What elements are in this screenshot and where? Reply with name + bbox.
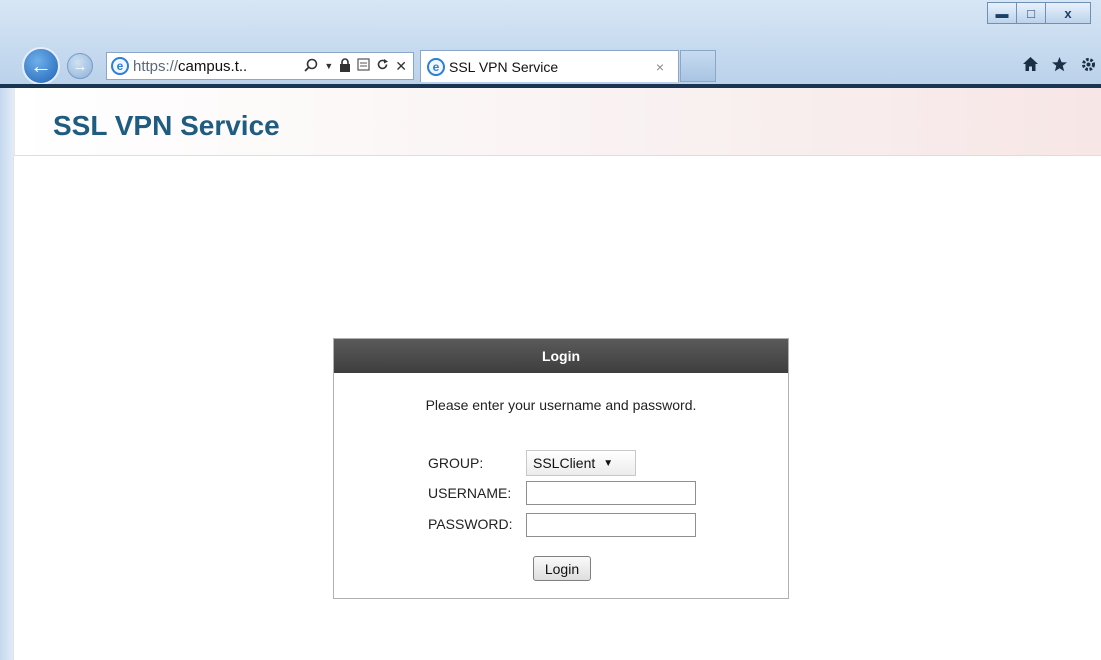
page-title: SSL VPN Service: [53, 110, 280, 141]
login-panel-header: Login: [334, 339, 788, 373]
url-text: https://campus.t..: [133, 57, 248, 75]
back-button[interactable]: ←: [22, 47, 60, 85]
group-label: GROUP:: [428, 455, 484, 471]
password-label: PASSWORD:: [428, 516, 513, 532]
close-window-button[interactable]: x: [1045, 2, 1091, 24]
favorites-icon[interactable]: [1051, 56, 1068, 78]
new-tab-button[interactable]: [680, 50, 716, 82]
settings-icon[interactable]: [1080, 56, 1097, 78]
forward-arrow-icon: →: [72, 57, 88, 75]
page-left-border: [13, 156, 14, 660]
home-icon[interactable]: [1022, 56, 1039, 78]
minimize-button[interactable]: ▬: [987, 2, 1017, 24]
maximize-button[interactable]: □: [1016, 2, 1046, 24]
browser-toolbar-icons: [1022, 56, 1097, 78]
close-tab-icon[interactable]: ×: [656, 59, 664, 75]
username-label: USERNAME:: [428, 485, 512, 501]
tab-title: SSL VPN Service: [449, 58, 559, 75]
navigation-row: ← → e https://campus.t.. ▼ ✕ e SSL VPN S…: [0, 44, 1101, 85]
password-input[interactable]: [526, 513, 696, 537]
window-left-edge: [0, 88, 14, 660]
window-controls: ▬ □ x: [987, 2, 1091, 24]
login-instructions: Please enter your username and password.: [425, 397, 697, 413]
browser-chrome: ▬ □ x ← → e https://campus.t.. ▼ ✕ e SSL…: [0, 0, 1101, 88]
page-header: SSL VPN Service: [14, 88, 1101, 156]
login-button[interactable]: Login: [533, 556, 591, 581]
lock-icon[interactable]: [339, 57, 351, 75]
search-icon[interactable]: [304, 58, 318, 75]
forward-button[interactable]: →: [67, 53, 93, 79]
address-bar[interactable]: e https://campus.t.. ▼ ✕: [106, 52, 414, 80]
ie-page-icon: e: [111, 57, 129, 75]
group-select[interactable]: SSLClient ▼: [526, 450, 636, 476]
dropdown-icon[interactable]: ▼: [324, 61, 333, 71]
address-bar-icons: ▼ ✕: [304, 58, 413, 75]
back-arrow-icon: ←: [30, 53, 52, 78]
group-select-value: SSLClient: [533, 455, 596, 471]
stop-icon[interactable]: ✕: [395, 58, 407, 75]
login-panel: Login Please enter your username and pas…: [333, 338, 789, 599]
refresh-icon[interactable]: [376, 58, 389, 74]
tab-ssl-vpn-service[interactable]: e SSL VPN Service ×: [420, 50, 679, 82]
ie-tab-icon: e: [427, 57, 445, 76]
title-bar: ▬ □ x: [0, 0, 1101, 36]
username-input[interactable]: [526, 481, 696, 505]
compat-icon[interactable]: [357, 58, 370, 74]
chevron-down-icon: ▼: [603, 457, 614, 469]
login-panel-title: Login: [541, 348, 581, 364]
